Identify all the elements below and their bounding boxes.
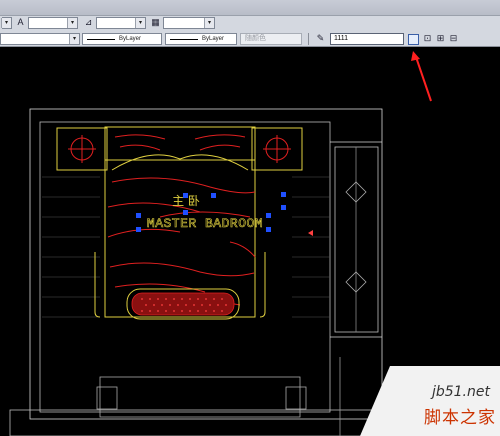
- make-block-icon[interactable]: ⊡: [421, 32, 434, 45]
- block-editor-icon[interactable]: ✎: [314, 32, 327, 45]
- linetype-preview: [87, 39, 115, 40]
- watermark-name: 脚本之家: [424, 408, 496, 428]
- linetype-combo[interactable]: ByLayer: [82, 33, 162, 45]
- cad-toolbars: ▾ A ▾ ⊿ ▾ ▦ ▾ ▾ ByLayer ByLayer 随颜色 ✎ 11…: [0, 0, 500, 47]
- chevron-down-icon: ▾: [204, 18, 214, 28]
- nightstand-left[interactable]: [56, 127, 108, 171]
- watermark-url: jb51.net: [431, 384, 490, 400]
- block-name-field[interactable]: 1111: [330, 33, 404, 45]
- lineweight-combo[interactable]: ByLayer: [165, 33, 237, 45]
- toolbar-row-1: ▾ A ▾ ⊿ ▾ ▦ ▾: [0, 15, 500, 32]
- linetype-value: ByLayer: [119, 36, 142, 42]
- layer-state-combo[interactable]: ▾: [1, 17, 12, 29]
- block-name-value: 1111: [334, 35, 349, 42]
- table-style-combo[interactable]: ▾: [163, 17, 215, 29]
- title-strip: [0, 0, 500, 16]
- dimension-style-combo[interactable]: ▾: [96, 17, 146, 29]
- color-combo[interactable]: ▾: [0, 33, 80, 45]
- toolbar-separator: [308, 33, 309, 45]
- lineweight-value: ByLayer: [202, 36, 225, 42]
- block-manager-icon[interactable]: ⊟: [447, 32, 460, 45]
- rug[interactable]: [126, 288, 240, 320]
- dimension-style-icon[interactable]: ⊿: [82, 16, 95, 29]
- annotation-arrow: [411, 51, 432, 102]
- chevron-down-icon: ▾: [1, 18, 11, 28]
- plotstyle-value: 随颜色: [245, 35, 266, 42]
- cursor-arrow-icon: [308, 230, 313, 236]
- chevron-down-icon: ▾: [135, 18, 145, 28]
- nightstand-right[interactable]: [251, 127, 303, 171]
- toolbar-row-2: ▾ ByLayer ByLayer 随颜色 ✎ 1111 ⊡ ⊞ ⊟: [0, 32, 500, 46]
- plotstyle-combo: 随颜色: [240, 33, 302, 45]
- table-style-icon[interactable]: ▦: [149, 16, 162, 29]
- chevron-down-icon: ▾: [67, 18, 77, 28]
- edit-attributes-icon[interactable]: ⊞: [434, 32, 447, 45]
- chevron-down-icon: ▾: [69, 34, 79, 44]
- room-walls: [9, 108, 383, 436]
- room-name-en[interactable]: MASTER BADROOM: [147, 216, 263, 232]
- lineweight-preview: [170, 39, 198, 40]
- text-style-icon[interactable]: A: [14, 16, 27, 29]
- insert-block-button[interactable]: [408, 34, 419, 45]
- text-style-combo[interactable]: ▾: [28, 17, 78, 29]
- watermark: jb51.net 脚本之家: [360, 366, 500, 436]
